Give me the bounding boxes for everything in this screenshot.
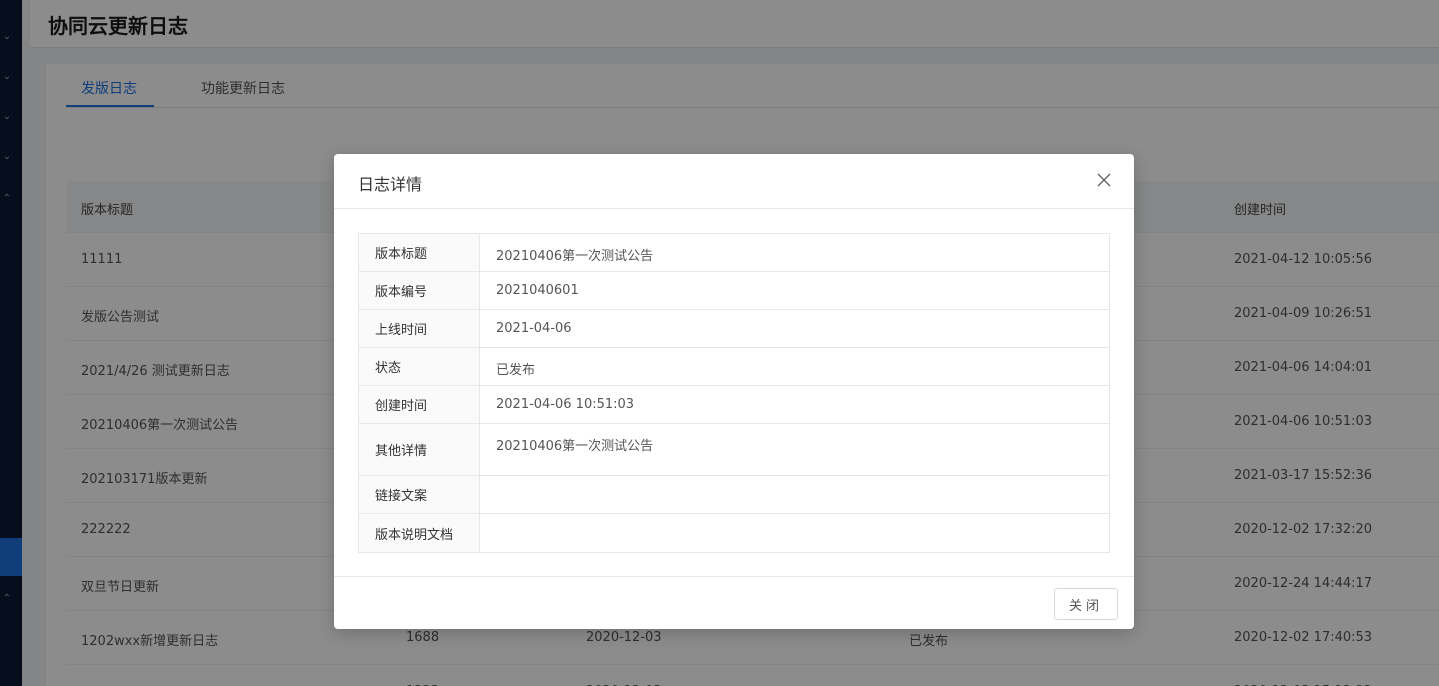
modal-header: 日志详情 [334,154,1134,209]
detail-row: 版本编号 2021040601 [359,272,1109,310]
detail-label: 其他详情 [359,424,480,475]
modal-footer: 关闭 [334,576,1134,629]
log-detail-modal: 日志详情 版本标题 20210406第一次测试公告 版本编号 2021040601 上线… [334,154,1134,629]
detail-row: 链接文案 [359,476,1109,514]
detail-label: 状态 [359,348,480,385]
detail-row: 上线时间 2021-04-06 [359,310,1109,348]
detail-row: 状态 已发布 [359,348,1109,386]
detail-row: 版本说明文档 [359,514,1109,552]
detail-label: 版本编号 [359,272,480,309]
detail-value: 2021040601 [496,283,579,298]
detail-value: 20210406第一次测试公告 [496,249,654,264]
detail-label: 上线时间 [359,310,480,347]
detail-row: 版本标题 20210406第一次测试公告 [359,234,1109,272]
detail-value: 已发布 [496,363,536,378]
detail-value: 20210406第一次测试公告 [496,439,654,454]
close-button[interactable]: 关闭 [1054,588,1118,620]
detail-label: 版本标题 [359,234,480,271]
detail-label: 链接文案 [359,476,480,513]
detail-label: 创建时间 [359,386,480,423]
detail-value: 2021-04-06 [496,321,572,336]
detail-row: 其他详情 20210406第一次测试公告 [359,424,1109,476]
detail-value: 2021-04-06 10:51:03 [496,397,635,412]
detail-label: 版本说明文档 [359,514,480,552]
close-icon[interactable] [1092,168,1116,192]
detail-descriptions: 版本标题 20210406第一次测试公告 版本编号 2021040601 上线时间 202… [358,233,1110,553]
modal-title: 日志详情 [358,175,423,194]
detail-row: 创建时间 2021-04-06 10:51:03 [359,386,1109,424]
